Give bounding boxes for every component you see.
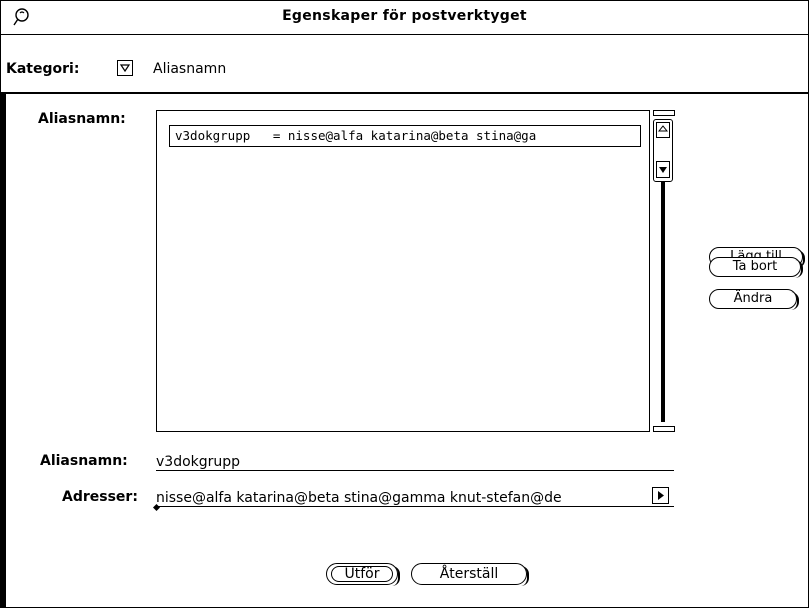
category-menu-button[interactable] bbox=[117, 60, 133, 76]
text-caret-icon bbox=[153, 504, 160, 511]
addresses-input[interactable]: nisse@alfa katarina@beta stina@gamma knu… bbox=[156, 490, 644, 506]
category-value: Aliasnamn bbox=[153, 61, 227, 77]
scrollbar-bottom-cable-anchor[interactable] bbox=[653, 426, 675, 432]
alias-field-label: Aliasnamn: bbox=[40, 453, 128, 469]
list-item[interactable]: v3dokgrupp = nisse@alfa katarina@beta st… bbox=[169, 125, 641, 147]
alias-list-label: Aliasnamn: bbox=[38, 111, 126, 127]
scroll-down-button[interactable] bbox=[656, 161, 670, 178]
dropdown-triangle-icon bbox=[119, 64, 131, 73]
scrollbar-cable[interactable] bbox=[661, 182, 665, 422]
scrollbar-top-cable-anchor[interactable] bbox=[653, 110, 675, 116]
window-titlebar[interactable]: Egenskaper för postverktyget bbox=[1, 1, 808, 35]
apply-button[interactable]: Utför bbox=[326, 563, 400, 586]
category-label: Kategori: bbox=[6, 61, 80, 77]
addresses-label: Adresser: bbox=[62, 489, 138, 505]
window-title: Egenskaper för postverktyget bbox=[282, 8, 527, 24]
left-edge-rule bbox=[0, 94, 6, 608]
scroll-right-arrow-icon bbox=[658, 491, 664, 500]
alias-name-input[interactable]: v3dokgrupp bbox=[156, 454, 656, 470]
change-button[interactable]: Ändra bbox=[709, 289, 799, 310]
scrollbar-elevator[interactable] bbox=[653, 119, 673, 182]
category-row: Kategori: Aliasnamn bbox=[0, 34, 809, 94]
apply-button-label: Utför bbox=[344, 566, 380, 582]
alias-list[interactable]: v3dokgrupp = nisse@alfa katarina@beta st… bbox=[156, 110, 650, 432]
scroll-down-arrow-icon bbox=[659, 167, 667, 173]
scroll-up-arrow-icon bbox=[657, 125, 669, 132]
addresses-scroll-right-button[interactable] bbox=[652, 487, 669, 504]
reset-button[interactable]: Återställ bbox=[411, 563, 529, 586]
alias-name-underline bbox=[156, 470, 674, 471]
delete-button[interactable]: Ta bort bbox=[709, 257, 803, 278]
scroll-up-button[interactable] bbox=[656, 122, 670, 138]
addresses-underline bbox=[156, 506, 674, 507]
